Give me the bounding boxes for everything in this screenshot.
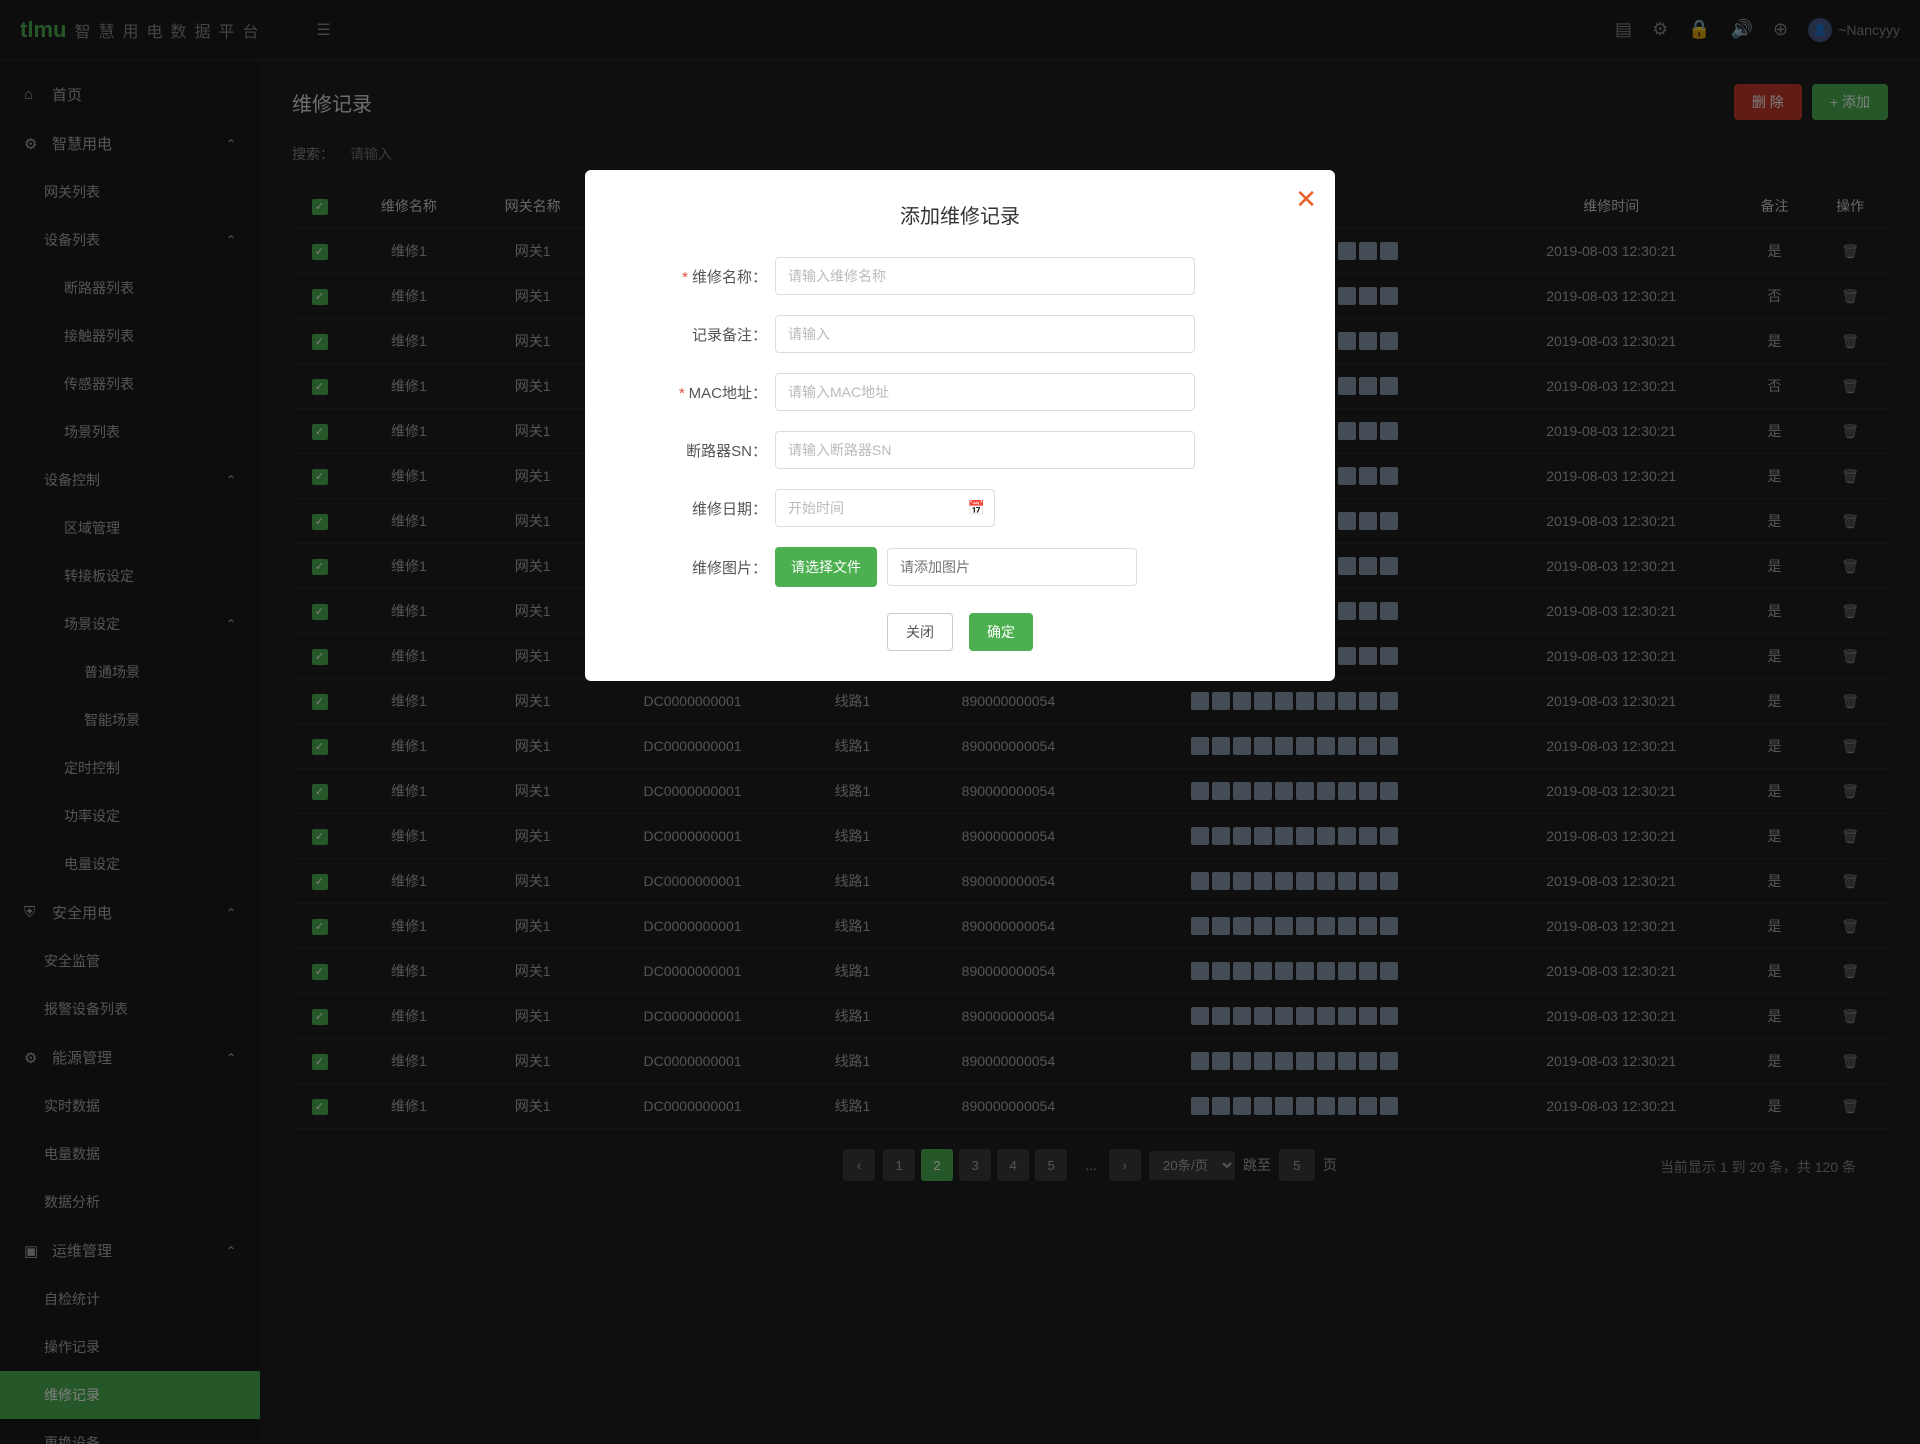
date-input[interactable] (775, 489, 995, 527)
name-label: *维修名称： (625, 266, 775, 287)
calendar-icon[interactable]: 📅 (968, 500, 985, 517)
sn-input[interactable] (775, 431, 1195, 469)
sn-label: 断路器SN： (625, 440, 775, 461)
modal-title: 添加维修记录 (625, 200, 1295, 229)
choose-file-button[interactable]: 请选择文件 (775, 547, 877, 587)
close-icon[interactable]: ✕ (1295, 184, 1317, 215)
confirm-button[interactable]: 确定 (969, 613, 1033, 651)
add-record-modal: ✕ 添加维修记录 *维修名称： 记录备注： *MAC地址： 断路器SN： 维修日… (585, 170, 1335, 681)
remark-input[interactable] (775, 315, 1195, 353)
cancel-button[interactable]: 关闭 (887, 613, 953, 651)
mac-input[interactable] (775, 373, 1195, 411)
remark-label: 记录备注： (625, 324, 775, 345)
date-label: 维修日期： (625, 498, 775, 519)
image-label: 维修图片： (625, 557, 775, 578)
name-input[interactable] (775, 257, 1195, 295)
image-path-input[interactable] (887, 548, 1137, 586)
mac-label: *MAC地址： (625, 382, 775, 403)
